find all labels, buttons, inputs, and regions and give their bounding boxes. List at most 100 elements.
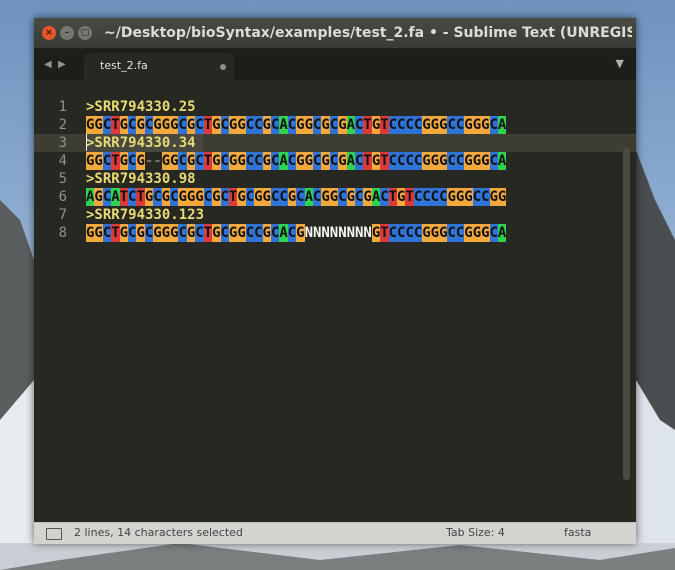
nucleotide: C xyxy=(481,188,490,206)
text-cursor xyxy=(86,134,87,151)
nucleotide: C xyxy=(287,224,297,242)
nucleotide: G xyxy=(186,188,196,206)
nucleotide: N xyxy=(312,225,322,241)
nucleotide: - xyxy=(144,153,154,169)
nucleotide: G xyxy=(338,116,347,134)
nucleotide: C xyxy=(447,116,456,134)
line-number: 1 xyxy=(58,99,67,115)
tab-menu-dropdown-icon[interactable]: ▼ xyxy=(616,57,624,70)
nucleotide: C xyxy=(102,152,112,170)
nucleotide: G xyxy=(161,188,171,206)
nucleotide: G xyxy=(262,188,271,206)
nucleotide: A xyxy=(279,116,288,134)
nucleotide: C xyxy=(329,152,339,170)
nucleotide: N xyxy=(363,225,372,241)
maximize-window-button[interactable]: □ xyxy=(78,26,92,40)
nucleotide: C xyxy=(355,116,364,134)
nucleotide: G xyxy=(464,188,473,206)
tab-back-arrow-icon[interactable]: ◀ xyxy=(44,59,52,70)
nucleotide: C xyxy=(447,152,456,170)
panel-toggle-icon[interactable] xyxy=(46,528,62,540)
nucleotide: G xyxy=(86,116,95,134)
nucleotide: T xyxy=(380,152,389,170)
nucleotide: C xyxy=(413,188,423,206)
nucleotide: G xyxy=(287,188,297,206)
nucleotide: G xyxy=(153,116,162,134)
nucleotide: A xyxy=(279,152,288,170)
nucleotide: T xyxy=(388,188,398,206)
nucleotide: C xyxy=(128,224,137,242)
nucleotide: C xyxy=(405,224,414,242)
minimize-window-button[interactable]: – xyxy=(60,26,74,40)
nucleotide: C xyxy=(405,116,414,134)
nucleotide: G xyxy=(296,152,305,170)
nucleotide: A xyxy=(346,152,356,170)
nucleotide: C xyxy=(279,188,288,206)
nucleotide: G xyxy=(338,152,347,170)
unsaved-dot-icon[interactable] xyxy=(220,64,226,70)
nucleotide: G xyxy=(472,152,482,170)
nucleotide: T xyxy=(111,152,120,170)
nucleotide: C xyxy=(245,224,255,242)
nucleotide: T xyxy=(380,116,389,134)
fasta-header: >SRR794330.98 xyxy=(86,171,196,187)
window-title: ~/Desktop/bioSyntax/examples/test_2.fa •… xyxy=(104,25,632,41)
nucleotide: G xyxy=(497,188,507,206)
nucleotide: G xyxy=(489,188,498,206)
nucleotide: G xyxy=(481,224,490,242)
nucleotide: G xyxy=(262,116,271,134)
nucleotide: G xyxy=(397,188,406,206)
nucleotide: G xyxy=(455,188,465,206)
nucleotide: G xyxy=(464,116,473,134)
line-number: 8 xyxy=(58,225,67,241)
close-window-button[interactable]: × xyxy=(42,26,56,40)
nucleotide: G xyxy=(170,224,179,242)
nucleotide: G xyxy=(329,188,339,206)
nucleotide: G xyxy=(153,224,162,242)
tab-test-2-fa[interactable]: test_2.fa xyxy=(84,53,234,80)
nucleotide: G xyxy=(262,224,271,242)
nucleotide: C xyxy=(388,152,398,170)
nucleotide: G xyxy=(212,224,221,242)
syntax-indicator[interactable]: fasta xyxy=(564,526,591,539)
nucleotide: C xyxy=(128,152,137,170)
tab-bar: ◀ ▶ test_2.fa ▼ xyxy=(34,49,636,80)
nucleotide: C xyxy=(178,224,187,242)
tab-forward-arrow-icon[interactable]: ▶ xyxy=(58,59,66,70)
nucleotide: N xyxy=(355,225,364,241)
sequence-line: GGCTGCGCGGGCGCTGCGGCCGCACGGCGCGACTGTCCCC… xyxy=(86,116,506,134)
nucleotide: G xyxy=(119,224,129,242)
status-bar: 2 lines, 14 characters selected Tab Size… xyxy=(34,522,636,544)
nucleotide: T xyxy=(136,188,145,206)
nucleotide: N xyxy=(321,225,330,241)
nucleotide: G xyxy=(363,188,372,206)
nucleotide: C xyxy=(254,116,263,134)
nucleotide: C xyxy=(397,116,406,134)
nucleotide: G xyxy=(346,188,356,206)
editor-area[interactable]: 1 >SRR794330.25 2 GGCTGCGCGGGCGCTGCGGCCGCAC… xyxy=(34,80,636,522)
tab-size-indicator[interactable]: Tab Size: 4 xyxy=(446,526,505,539)
nucleotide: G xyxy=(439,116,448,134)
nucleotide: C xyxy=(413,224,423,242)
nucleotide: C xyxy=(170,188,179,206)
nucleotide: G xyxy=(321,116,330,134)
nucleotide: C xyxy=(128,188,137,206)
sequence-line: AGCATCTGCGCGGGCGCTGCGGCCGCACGGCGCGACTGTC… xyxy=(86,188,506,206)
nucleotide: T xyxy=(203,116,213,134)
nucleotide: C xyxy=(312,116,322,134)
nucleotide: G xyxy=(161,224,171,242)
nucleotide: C xyxy=(430,188,440,206)
nucleotide: G xyxy=(430,152,440,170)
sequence-line: GGCTGCG--GGCGCTGCGGCCGCACGGCGCGACTGTCCCC… xyxy=(86,152,506,170)
nucleotide: G xyxy=(228,116,238,134)
nucleotide: C xyxy=(439,188,448,206)
nucleotide: C xyxy=(405,152,414,170)
nucleotide: A xyxy=(86,188,95,206)
nucleotide: C xyxy=(270,116,280,134)
vertical-scrollbar[interactable] xyxy=(623,148,630,480)
nucleotide: C xyxy=(489,224,498,242)
nucleotide: C xyxy=(245,188,255,206)
nucleotide: A xyxy=(111,188,120,206)
nucleotide: G xyxy=(422,152,431,170)
line-number: 3 xyxy=(58,135,67,151)
